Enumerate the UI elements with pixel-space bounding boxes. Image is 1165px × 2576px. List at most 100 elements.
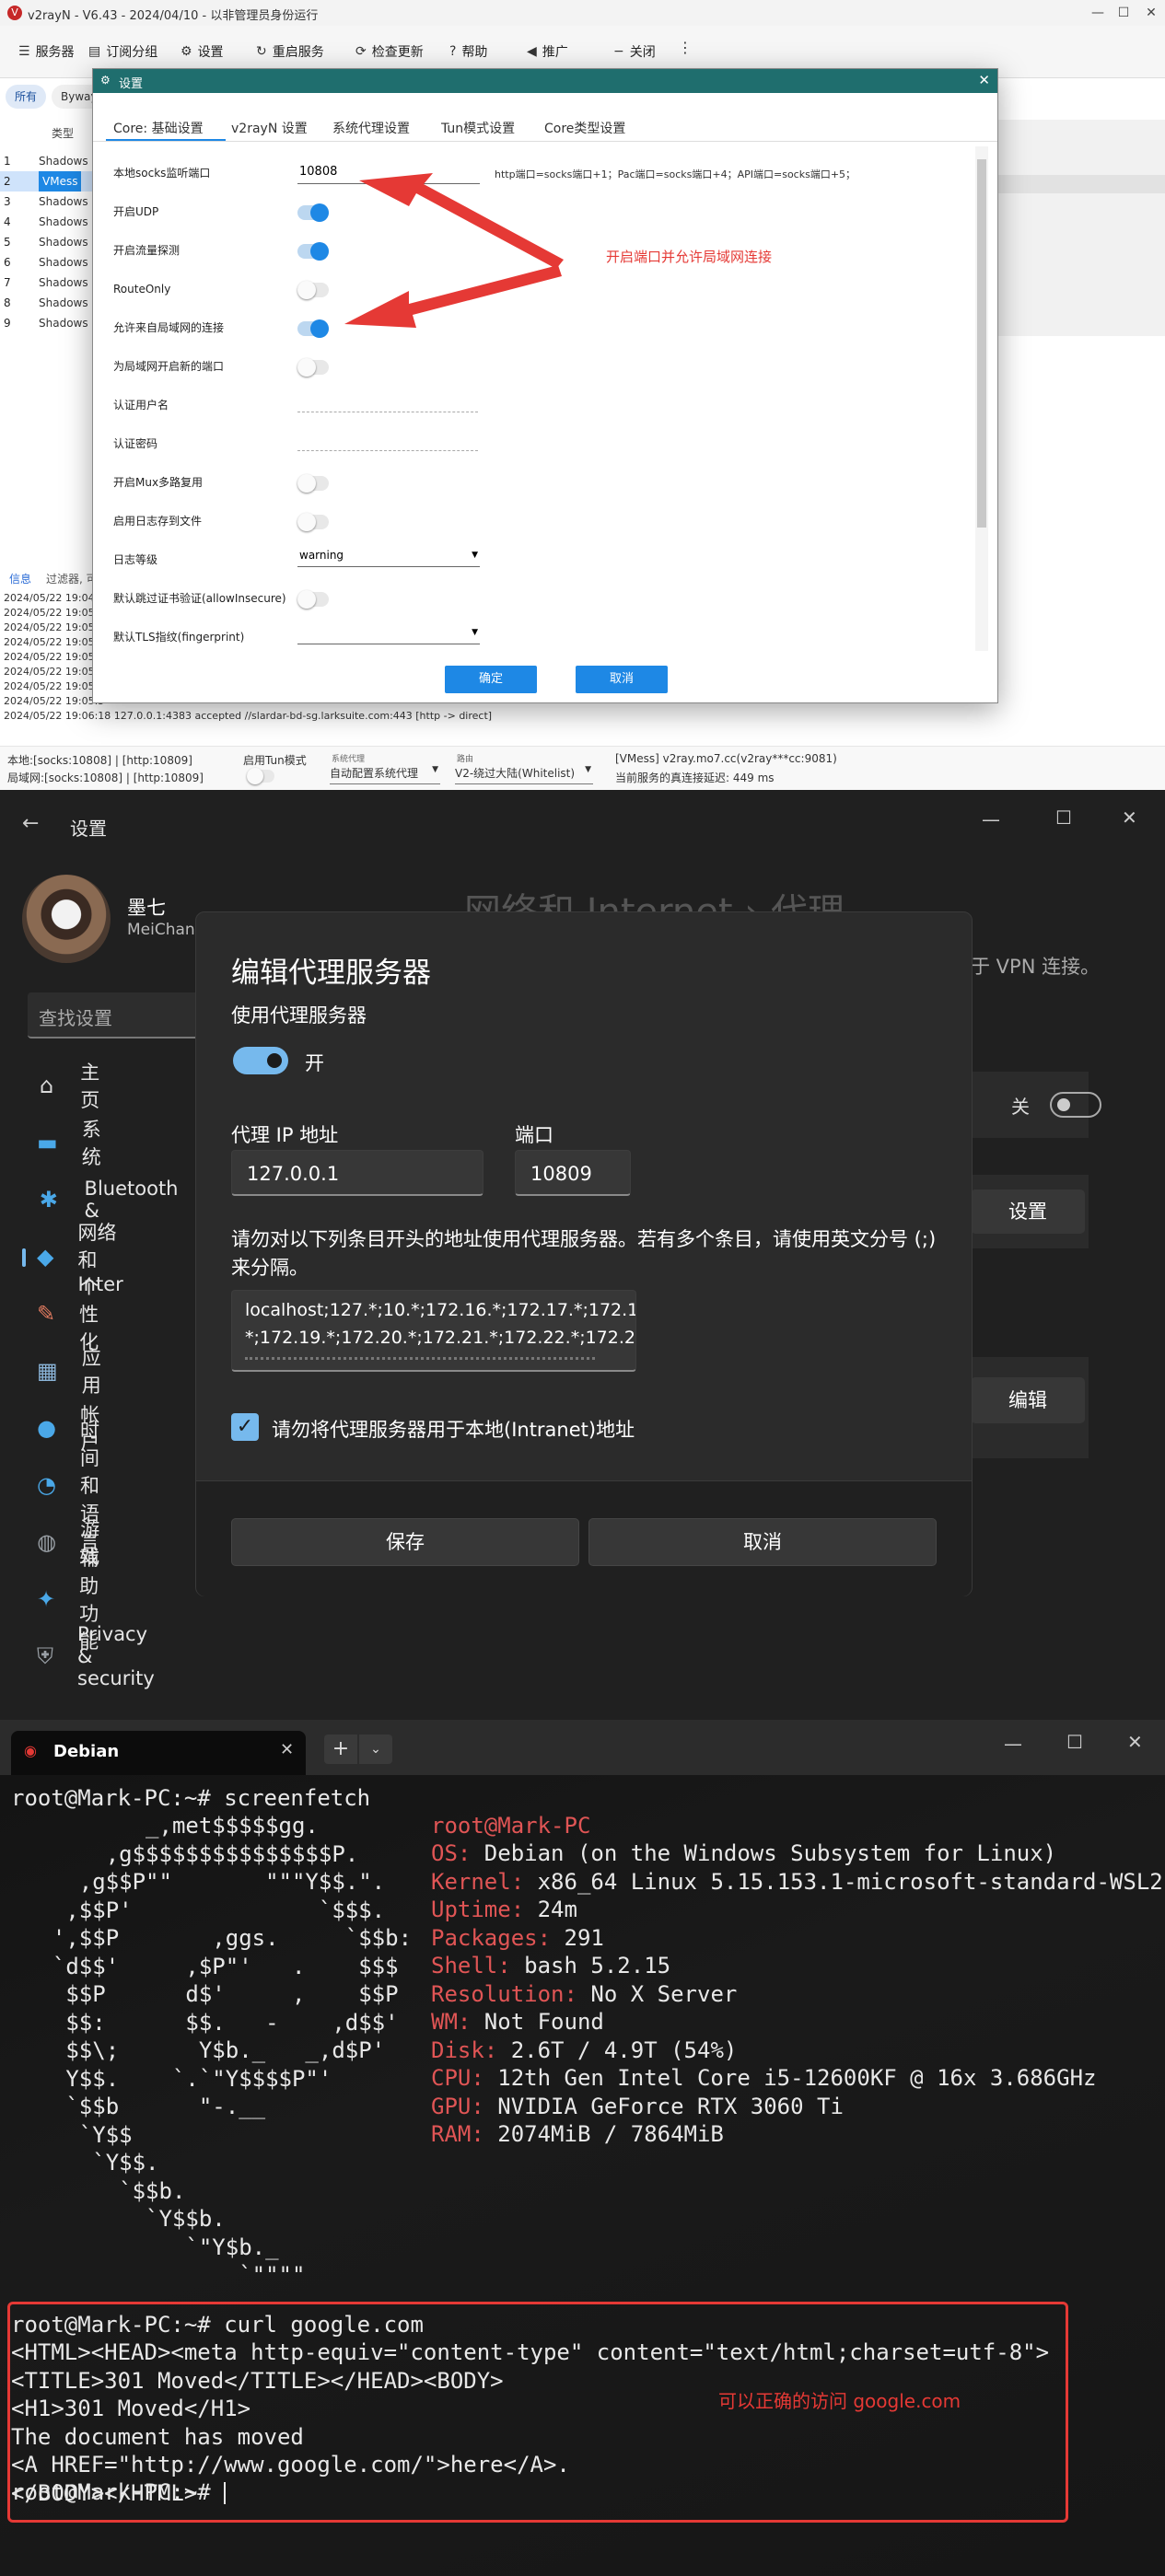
info-value: bash 5.2.15 bbox=[510, 1953, 671, 1978]
ip-input[interactable]: 127.0.0.1 bbox=[231, 1150, 483, 1196]
info-key: OS: bbox=[431, 1840, 472, 1866]
ascii-line: Y$$. `.`"Y$$$$P"' bbox=[26, 2065, 332, 2092]
avatar bbox=[22, 875, 111, 963]
nav-item[interactable]: ▬ 系统 bbox=[37, 1119, 108, 1168]
annotation-arrows bbox=[344, 173, 564, 328]
ascii-line: $$: $$. - ,d$$' bbox=[26, 2009, 399, 2036]
info-key: Packages: bbox=[431, 1924, 552, 1951]
back-arrow-icon[interactable]: ← bbox=[22, 812, 39, 835]
terminal-tabbar: ◉ Debian ✕ + ⌄ — ☐ ✕ bbox=[0, 1720, 1165, 1775]
bg-manual-card: 编辑 bbox=[971, 1357, 1089, 1458]
use-proxy-toggle[interactable] bbox=[233, 1047, 288, 1074]
tab-debian[interactable]: ◉ Debian ✕ bbox=[11, 1731, 306, 1775]
user-subtitle: MeiChan bbox=[127, 921, 195, 939]
nav-item[interactable]: ⌂ 主页 bbox=[37, 1062, 108, 1111]
ascii-line: `Y$$ bbox=[26, 2121, 133, 2148]
info-value: No X Server bbox=[577, 1980, 738, 2007]
search-placeholder: 查找设置 bbox=[39, 1007, 112, 1029]
info-line: WM: Not Found bbox=[431, 2008, 604, 2036]
info-key: Resolution: bbox=[431, 1980, 577, 2007]
terminal-output[interactable]: root@Mark-PC:~# screenfetch _,met$$$$$gg… bbox=[0, 1775, 1165, 2576]
cancel-button[interactable]: 取消 bbox=[588, 1518, 937, 1566]
info-value: 12th Gen Intel Core i5-12600KF @ 16x 3.6… bbox=[483, 2065, 1097, 2091]
nav-item-label: 主页 bbox=[80, 1062, 100, 1111]
debian-icon: ◉ bbox=[24, 1742, 37, 1759]
bg-edit-button[interactable]: 编辑 bbox=[971, 1377, 1085, 1423]
nav-item[interactable]: ▦ 应用 bbox=[37, 1347, 108, 1397]
ip-label: 代理 IP 地址 bbox=[231, 1124, 339, 1146]
info-value: 2.6T / 4.9T (54%) bbox=[497, 2036, 738, 2063]
info-line: GPU: NVIDIA GeForce RTX 3060 Ti bbox=[431, 2093, 844, 2120]
info-line: Uptime: 24m bbox=[431, 1896, 577, 1923]
gaming-icon: ◍ bbox=[37, 1529, 57, 1555]
nav-item[interactable]: ✱ Bluetooth & bbox=[37, 1178, 182, 1222]
system-icon: ▬ bbox=[37, 1130, 58, 1155]
info-value: 24m bbox=[524, 1897, 577, 1922]
accessibility-icon: ✦ bbox=[37, 1586, 56, 1612]
apps-icon: ▦ bbox=[37, 1358, 58, 1384]
intranet-label: 请勿将代理服务器用于本地(Intranet)地址 bbox=[272, 1419, 635, 1441]
maximize-icon[interactable]: ☐ bbox=[1066, 1731, 1083, 1753]
nav-item[interactable]: ◔ 时间和语言 bbox=[37, 1420, 108, 1552]
settings-app-title: 设置 bbox=[70, 818, 107, 840]
bg-auto-toggle[interactable] bbox=[1050, 1092, 1101, 1118]
search-box[interactable]: 查找设置 bbox=[28, 992, 212, 1039]
nav-item-label: 应用 bbox=[81, 1347, 101, 1397]
ascii-line: ,g$$$$$$$$$$$$$$$P. bbox=[26, 1840, 359, 1867]
nav-item[interactable]: ✦ 辅助功能 bbox=[37, 1548, 108, 1653]
info-line: Shell: bash 5.2.15 bbox=[431, 1952, 670, 1979]
windows-settings: ← 设置 — ☐ ✕ 墨七 MeiChan 查找设置 ⌂ 主页 ▬ 系统 ✱ Blueto… bbox=[0, 790, 1165, 1720]
ascii-line: ,g$$P"" """Y$$.". bbox=[26, 1869, 386, 1895]
port-label: 端口 bbox=[515, 1124, 553, 1146]
nav-item[interactable]: ✎ 个性化 bbox=[37, 1276, 108, 1353]
exclude-textarea[interactable]: localhost;127.*;10.*;172.16.*;172.17.*;1… bbox=[231, 1290, 636, 1372]
maximize-icon[interactable]: ☐ bbox=[1055, 806, 1072, 829]
close-icon[interactable]: ✕ bbox=[1122, 806, 1137, 829]
nav-selected-indicator bbox=[22, 1248, 26, 1267]
use-proxy-label: 使用代理服务器 bbox=[231, 1004, 367, 1027]
save-button[interactable]: 保存 bbox=[231, 1518, 579, 1566]
close-icon[interactable]: ✕ bbox=[1127, 1731, 1143, 1753]
info-key: GPU: bbox=[431, 2093, 484, 2119]
toggle-state-label: 开 bbox=[305, 1052, 324, 1074]
info-line: Kernel: x86_64 Linux 5.15.153.1-microsof… bbox=[431, 1868, 1163, 1896]
bg-setup-button[interactable]: 设置 bbox=[971, 1189, 1085, 1234]
dialog-title: 编辑代理服务器 bbox=[231, 957, 431, 990]
nav-item-label: 系统 bbox=[81, 1119, 101, 1168]
dropdown-chevron-icon[interactable]: ⌄ bbox=[359, 1735, 392, 1764]
port-input[interactable]: 10809 bbox=[515, 1150, 631, 1196]
intranet-checkbox[interactable]: ✓ bbox=[231, 1413, 259, 1441]
ascii-line: ',$$P ,ggs. `$$b: bbox=[26, 1925, 413, 1951]
ascii-line: `"Y$b._ bbox=[26, 2234, 279, 2260]
info-value: Debian (on the Windows Subsystem for Lin… bbox=[471, 1840, 1057, 1866]
cmd-screenfetch: root@Mark-PC:~# screenfetch bbox=[11, 1785, 371, 1811]
minimize-icon[interactable]: — bbox=[1004, 1733, 1022, 1755]
info-key: RAM: bbox=[431, 2121, 484, 2147]
info-value: Not Found bbox=[471, 2009, 604, 2035]
nav-item-label: Privacy & security bbox=[77, 1623, 155, 1689]
info-value: x86_64 Linux 5.15.153.1-microsoft-standa… bbox=[524, 1868, 1163, 1895]
bluetooth-icon: ✱ bbox=[39, 1187, 58, 1213]
info-value: 2074MiB / 7864MiB bbox=[483, 2121, 724, 2147]
info-line: Disk: 2.6T / 4.9T (54%) bbox=[431, 2036, 737, 2064]
privacy-shield-icon: ⛨ bbox=[37, 1643, 53, 1669]
ascii-line: _,met$$$$$gg. bbox=[26, 1813, 319, 1839]
terminal-window: ◉ Debian ✕ + ⌄ — ☐ ✕ root@Mark-PC:~# scr… bbox=[0, 1720, 1165, 2576]
bg-auto-card: 关 bbox=[971, 1072, 1101, 1138]
annotation-text: 可以正确的访问 google.com bbox=[718, 2390, 961, 2412]
bg-setup-card: 设置 bbox=[971, 1175, 1089, 1248]
nav-item[interactable]: ⛨ Privacy & security bbox=[37, 1623, 166, 1689]
ascii-line: `Y$$. bbox=[26, 2150, 159, 2176]
minimize-icon[interactable]: — bbox=[982, 808, 1000, 830]
ascii-line: `Y$$b. bbox=[26, 2206, 226, 2232]
new-tab-button[interactable]: + bbox=[324, 1735, 357, 1764]
v2rayn-window: V v2rayN - V6.43 - 2024/04/10 - 以非管理员身份运… bbox=[0, 0, 1165, 790]
info-user: root@Mark-PC bbox=[431, 1813, 591, 1839]
nav-item[interactable]: ◆ 网络和 Inter bbox=[22, 1222, 134, 1295]
exclude-line-cut bbox=[245, 1357, 595, 1369]
ascii-line: $$P d$' , $$P bbox=[26, 1981, 399, 2007]
info-key: Kernel: bbox=[431, 1868, 525, 1895]
info-key: Disk: bbox=[431, 2036, 498, 2063]
tab-close-icon[interactable]: ✕ bbox=[280, 1740, 294, 1759]
bg-off-label: 关 bbox=[1011, 1096, 1030, 1118]
